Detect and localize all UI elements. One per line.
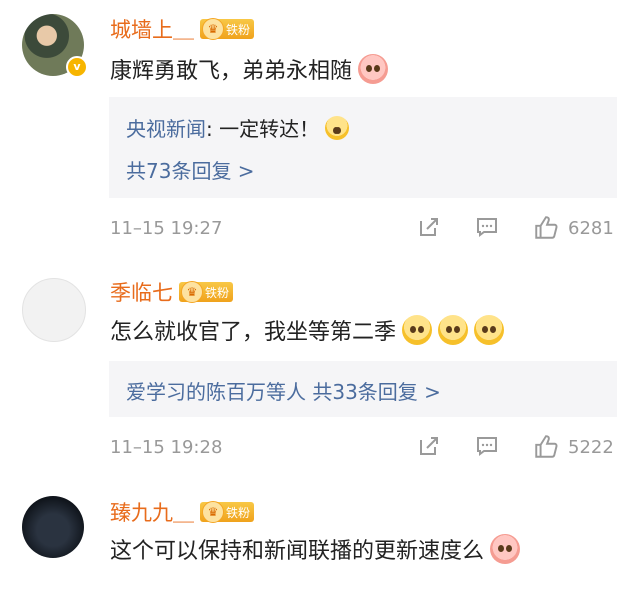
comment-header: 臻九九＿ ♛ 铁粉 [110, 497, 255, 527]
verified-badge-icon: v [66, 56, 88, 78]
fan-badge: ♛ 铁粉 [200, 501, 255, 523]
timestamp: 11–15 19:28 [110, 437, 223, 458]
comment-text-label: 康辉勇敢飞，弟弟永相随 [110, 59, 353, 84]
badge-label: 铁粉 [226, 22, 251, 37]
reply-username[interactable]: 央视新闻 [126, 113, 206, 142]
crown-icon: ♛ [202, 18, 224, 40]
comment-header: 季临七 ♛ 铁粉 [110, 277, 234, 307]
reply-box[interactable]: 爱学习的陈百万等人 共33条回复 > [109, 361, 617, 417]
comment-footer: 11–15 19:27 6281 [110, 215, 620, 245]
pig-emoji-icon [490, 534, 521, 564]
comment-text: 这个可以保持和新闻联播的更新速度么 [110, 533, 521, 565]
fan-badge: ♛ 铁粉 [200, 18, 255, 40]
pleading-emoji-icon [438, 315, 469, 345]
share-icon[interactable] [417, 215, 441, 239]
like-count: 5222 [568, 437, 614, 458]
username[interactable]: 季临七 [110, 277, 173, 307]
more-replies-link[interactable]: 共73条回复 > [126, 155, 255, 184]
crown-icon: ♛ [181, 281, 203, 303]
crown-icon: ♛ [202, 501, 224, 523]
badge-label: 铁粉 [205, 285, 230, 300]
share-icon[interactable] [417, 434, 441, 458]
more-replies-link[interactable]: 爱学习的陈百万等人 共33条回复 > [126, 376, 441, 405]
username[interactable]: 城墙上＿ [110, 14, 194, 44]
comment-text-label: 这个可以保持和新闻联播的更新速度么 [110, 539, 485, 564]
avatar[interactable] [22, 496, 84, 558]
comment-icon[interactable] [475, 215, 499, 239]
thumbs-up-icon[interactable] [533, 434, 559, 460]
comment-header: 城墙上＿ ♛ 铁粉 [110, 14, 255, 44]
comment-text: 康辉勇敢飞，弟弟永相随 [110, 53, 389, 85]
timestamp: 11–15 19:27 [110, 218, 223, 239]
pig-emoji-icon [358, 54, 389, 84]
badge-label: 铁粉 [226, 505, 251, 520]
username[interactable]: 臻九九＿ [110, 497, 194, 527]
avatar[interactable] [22, 278, 86, 342]
pleading-emoji-icon [474, 315, 505, 345]
comment-text: 怎么就收官了，我坐等第二季 [110, 314, 505, 346]
comment-text-label: 怎么就收官了，我坐等第二季 [110, 320, 397, 345]
reply-box[interactable]: 央视新闻 : 一定转达！ 共73条回复 > [109, 97, 617, 198]
fan-badge: ♛ 铁粉 [179, 281, 234, 303]
thumbs-up-icon[interactable] [533, 215, 559, 241]
pleading-emoji-icon [402, 315, 433, 345]
grin-emoji-icon [325, 115, 350, 140]
reply-text: : 一定转达！ [206, 117, 320, 141]
comment-icon[interactable] [475, 434, 499, 458]
reply-preview: 央视新闻 : 一定转达！ [126, 113, 350, 142]
comment-footer: 11–15 19:28 5222 [110, 434, 620, 464]
like-count: 6281 [568, 218, 614, 239]
